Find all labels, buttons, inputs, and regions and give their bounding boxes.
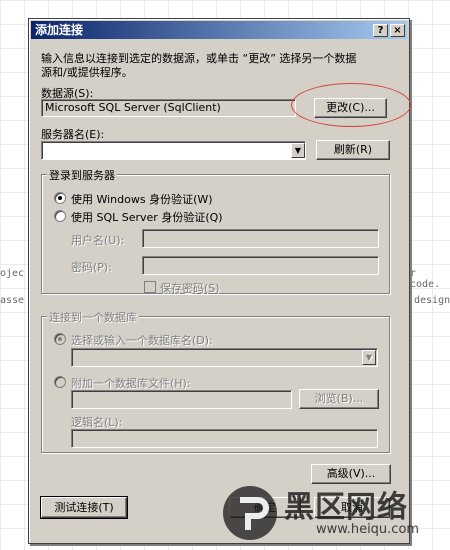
watermark-url: www.heiqu.com [316, 522, 420, 537]
logical-name-input[interactable] [71, 429, 378, 448]
logical-name-label: 逻辑名(L): [71, 416, 123, 429]
save-password-label[interactable]: 保存密码(S) [160, 280, 220, 296]
watermark-text: 黑区网络 [284, 490, 408, 525]
chevron-down-icon: ▼ [365, 353, 373, 362]
chevron-down-icon: ▼ [294, 146, 302, 155]
username-label: 用户名(U): [71, 234, 125, 247]
sql-auth-radio[interactable] [54, 210, 66, 222]
datasource-field[interactable]: Microsoft SQL Server (SqlClient) [41, 99, 296, 117]
annotation-ellipse [291, 83, 411, 127]
windows-auth-label[interactable]: 使用 Windows 身份验证(W) [71, 191, 213, 207]
sql-auth-label[interactable]: 使用 SQL Server 身份验证(Q) [71, 209, 223, 225]
dialog-title: 添加连接 [35, 23, 84, 37]
attach-file-input[interactable] [71, 390, 292, 409]
attach-db-radio[interactable] [54, 376, 66, 388]
password-input[interactable] [142, 256, 379, 275]
browse-button[interactable]: 浏览(B)... [299, 389, 379, 409]
watermark: 黑区网络 www.heiqu.com [220, 482, 448, 546]
database-group-title: 连接到一个数据库 [47, 309, 139, 325]
database-combobox[interactable] [71, 348, 378, 367]
refresh-button[interactable]: 刷新(R) [316, 140, 390, 160]
server-input[interactable] [41, 141, 306, 160]
database-dropdown-button[interactable]: ▼ [362, 350, 376, 365]
username-input[interactable] [142, 229, 379, 248]
attach-db-label[interactable]: 附加一个数据库文件(H): [71, 375, 191, 391]
server-dropdown-button[interactable]: ▼ [291, 143, 305, 158]
background-text-left-1: ojec [0, 268, 25, 279]
background-text-right-2: design [414, 295, 450, 306]
save-password-checkbox[interactable] [144, 281, 156, 293]
title-bar[interactable]: 添加连接 ? × [31, 21, 407, 39]
add-connection-dialog: 添加连接 ? × 输入信息以连接到选定的数据源，或单击 “更改” 选择另一个数据… [28, 18, 411, 544]
help-icon: ? [377, 25, 384, 36]
windows-auth-radio[interactable] [54, 192, 66, 204]
close-icon: × [393, 25, 402, 36]
password-label: 密码(P): [71, 261, 112, 274]
advanced-button[interactable]: 高级(V)... [311, 464, 391, 484]
test-connection-button[interactable]: 测试连接(T) [40, 496, 128, 519]
help-button[interactable]: ? [373, 24, 388, 37]
select-db-radio[interactable] [54, 333, 66, 345]
intro-text-line-2: 源和/或提供程序。 [41, 66, 133, 79]
close-button[interactable]: × [390, 24, 405, 37]
background-text-left-2: asse [0, 295, 25, 306]
select-db-label[interactable]: 选择或输入一个数据库名(D): [71, 332, 213, 348]
watermark-logo-icon [223, 486, 277, 540]
login-group-title: 登录到服务器 [47, 167, 117, 183]
server-label: 服务器名(E): [41, 128, 105, 141]
background-text-right-1: r code. [410, 268, 441, 290]
